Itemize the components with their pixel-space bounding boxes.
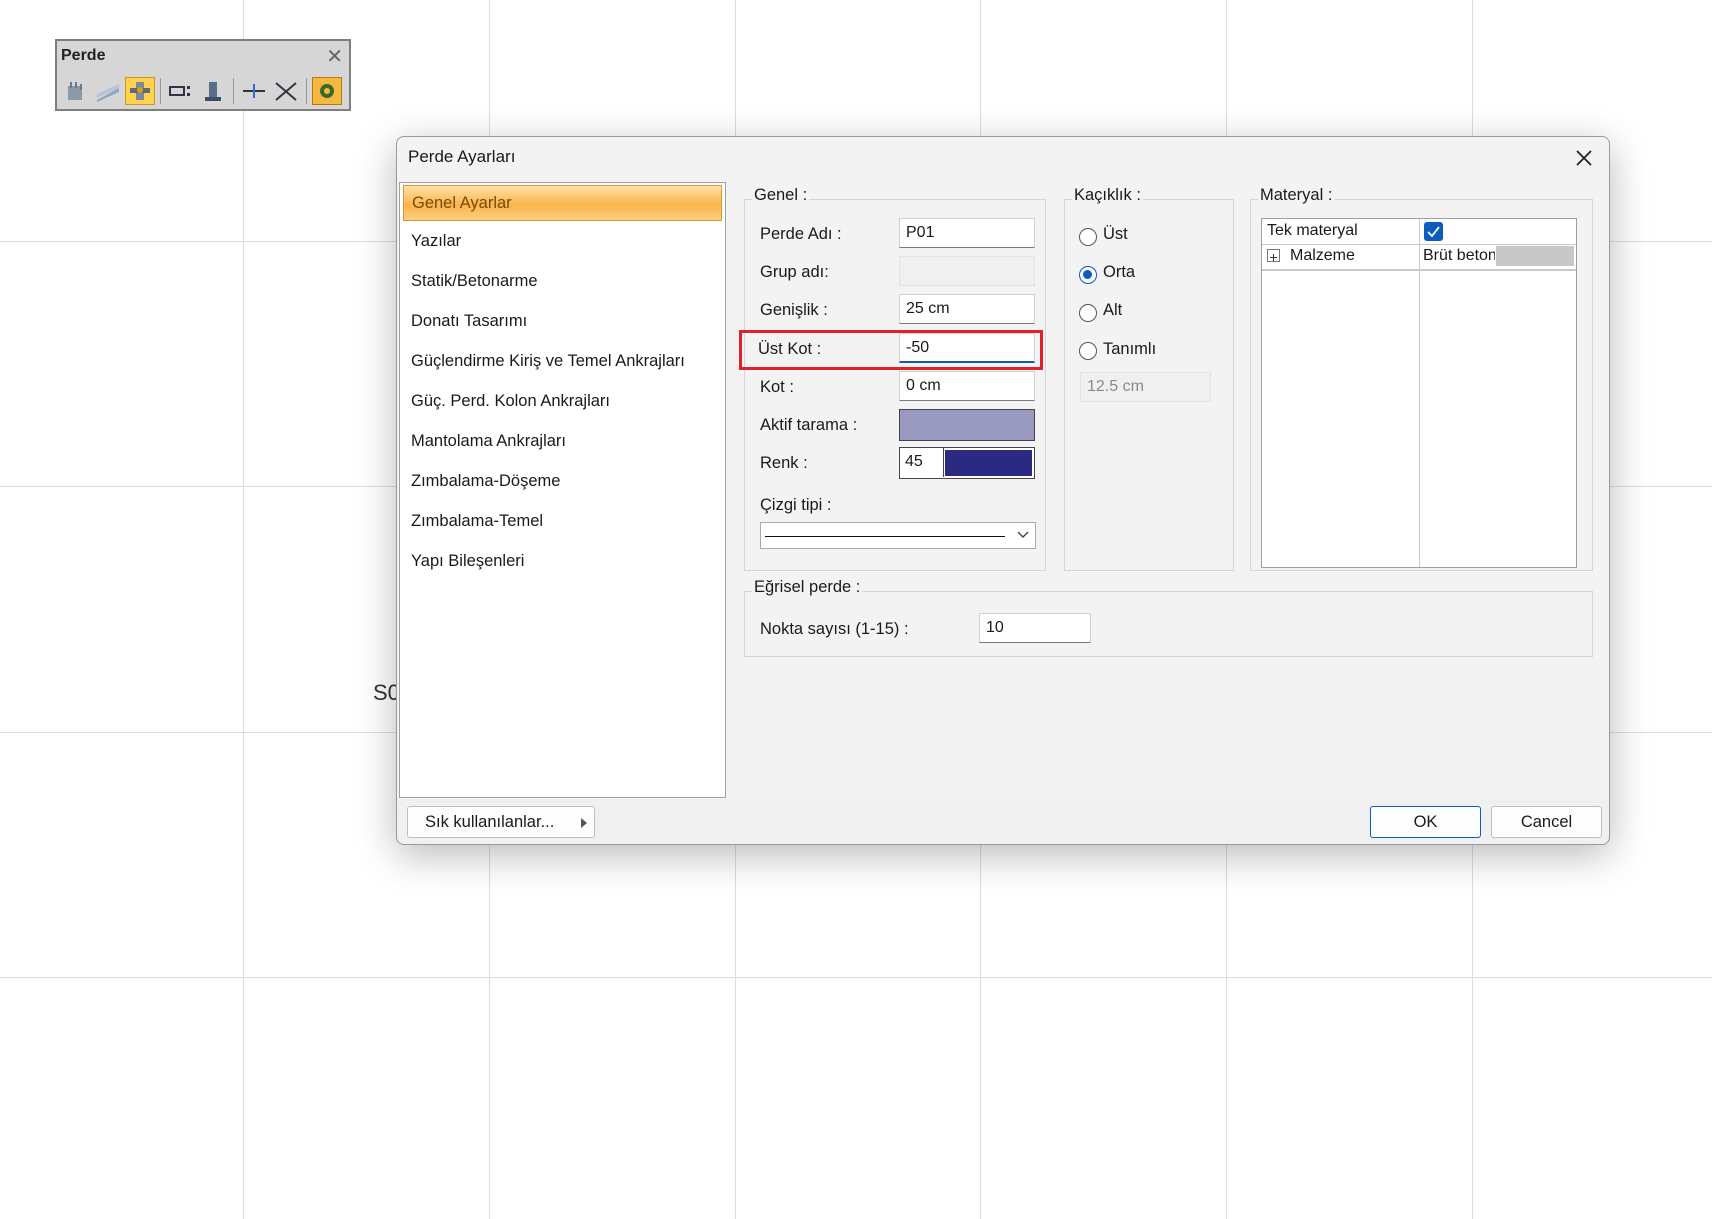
nav-item-statik[interactable]: Statik/Betonarme (400, 263, 725, 299)
chevron-down-icon (1017, 531, 1029, 538)
settings-icon[interactable] (312, 77, 342, 105)
perde-adi-field[interactable]: P01 (899, 218, 1035, 248)
nav-item-mantolama[interactable]: Mantolama Ankrajları (400, 423, 725, 459)
radio-orta[interactable] (1079, 266, 1097, 284)
perde-toolbar: Perde ✕ (55, 39, 351, 111)
sik-kullanilanlar-label: Sık kullanılanlar... (425, 813, 555, 831)
grid-line (0, 977, 1712, 978)
line-type-dropdown[interactable] (760, 522, 1036, 549)
grid-line (243, 0, 244, 1219)
ok-button[interactable]: OK (1370, 806, 1481, 838)
hatch-pattern-swatch[interactable] (899, 409, 1035, 441)
radio-ust-label: Üst (1103, 225, 1128, 243)
settings-nav: Genel Ayarlar Yazılar Statik/Betonarme D… (399, 182, 726, 798)
aktif-tarama-label: Aktif tarama : (760, 416, 858, 434)
perde-adi-label: Perde Adı : (760, 225, 842, 243)
materyal-group: Materyal : Tek materyal Malzeme Brüt bet… (1250, 186, 1593, 571)
ust-kot-label: Üst Kot : (758, 340, 822, 358)
join-icon[interactable] (271, 77, 301, 105)
cancel-button[interactable]: Cancel (1491, 806, 1602, 838)
nav-item-genel-ayarlar[interactable]: Genel Ayarlar (403, 185, 722, 221)
settings-content: Genel : Perde Adı : P01 Grup adı: Genişl… (730, 177, 1606, 798)
dialog-footer: Sık kullanılanlar... OK Cancel (397, 799, 1609, 844)
grup-adi-label: Grup adı: (760, 263, 829, 281)
tek-materyal-label: Tek materyal (1267, 222, 1358, 239)
renk-label: Renk : (760, 454, 808, 472)
wall-icon[interactable] (61, 77, 91, 105)
perde-ayarlari-dialog: Perde Ayarları Genel Ayarlar Yazılar Sta… (396, 136, 1610, 845)
genislik-field[interactable]: 25 cm (899, 294, 1035, 324)
malzeme-label: Malzeme (1290, 247, 1355, 264)
wall-slope-icon[interactable] (93, 77, 123, 105)
radio-ust[interactable] (1079, 228, 1097, 246)
nokta-sayisi-field[interactable]: 10 (979, 613, 1091, 643)
radio-alt[interactable] (1079, 304, 1097, 322)
nav-item-donati[interactable]: Donatı Tasarımı (400, 303, 725, 339)
materyal-label: Materyal : (1258, 186, 1335, 205)
genislik-label: Genişlik : (760, 301, 828, 319)
color-picker[interactable]: 45 (899, 447, 1035, 479)
tek-materyal-row: Tek materyal (1262, 219, 1576, 245)
chevron-right-icon (581, 818, 587, 828)
color-index: 45 (900, 448, 944, 477)
radio-alt-label: Alt (1103, 301, 1123, 319)
nav-item-guclendirme[interactable]: Güçlendirme Kiriş ve Temel Ankrajları (400, 343, 725, 379)
radio-tanimli[interactable] (1079, 342, 1097, 360)
tek-materyal-checkbox[interactable] (1424, 222, 1443, 241)
nav-item-zimbalama-doseme[interactable]: Zımbalama-Döşeme (400, 463, 725, 499)
check-icon (1427, 226, 1440, 238)
egrisel-perde-group: Eğrisel perde : Nokta sayısı (1-15) : 10 (744, 578, 1593, 657)
nav-item-yapi-bilesenleri[interactable]: Yapı Bileşenleri (400, 543, 725, 579)
dialog-title: Perde Ayarları (408, 147, 516, 166)
radio-tanimli-label: Tanımlı (1103, 340, 1157, 358)
materyal-property-grid: Tek materyal Malzeme Brüt beton (1261, 218, 1577, 568)
genel-group: Genel : Perde Adı : P01 Grup adı: Genişl… (739, 186, 1046, 571)
grup-adi-field[interactable] (899, 256, 1035, 286)
malzeme-value: Brüt beton (1423, 247, 1495, 264)
egrisel-perde-label: Eğrisel perde : (752, 578, 863, 597)
kaciklik-label: Kaçıklık : (1072, 186, 1143, 205)
close-icon[interactable]: ✕ (326, 44, 343, 69)
genel-label: Genel : (752, 186, 810, 205)
color-swatch (945, 450, 1032, 476)
nokta-sayisi-label: Nokta sayısı (1-15) : (760, 620, 909, 638)
toolbar-title: Perde (61, 47, 106, 64)
nav-item-guc-perd[interactable]: Güç. Perd. Kolon Ankrajları (400, 383, 725, 419)
nav-item-yazilar[interactable]: Yazılar (400, 223, 725, 259)
line-sample (765, 536, 1005, 537)
wall-multi-icon[interactable] (125, 77, 155, 105)
nav-item-zimbalama-temel[interactable]: Zımbalama-Temel (400, 503, 725, 539)
close-icon[interactable] (1569, 143, 1599, 173)
column-icon[interactable] (198, 77, 228, 105)
split-icon[interactable] (239, 77, 269, 105)
kot-label: Kot : (760, 378, 794, 396)
radio-orta-label: Orta (1103, 263, 1136, 281)
kot-field[interactable]: 0 cm (899, 371, 1035, 401)
malzeme-row[interactable]: Malzeme Brüt beton (1262, 244, 1576, 271)
kaciklik-group: Kaçıklık : Üst Orta Alt Tanımlı 12.5 cm (1064, 186, 1234, 571)
sik-kullanilanlar-button[interactable]: Sık kullanılanlar... (407, 806, 595, 838)
ust-kot-field[interactable]: -50 (899, 333, 1035, 363)
tanimli-offset-field[interactable]: 12.5 cm (1080, 372, 1211, 402)
material-swatch[interactable] (1496, 246, 1574, 266)
expand-icon[interactable] (1267, 249, 1280, 262)
cizgi-tipi-label: Çizgi tipi : (760, 496, 832, 514)
wall-opening-icon[interactable] (166, 77, 196, 105)
